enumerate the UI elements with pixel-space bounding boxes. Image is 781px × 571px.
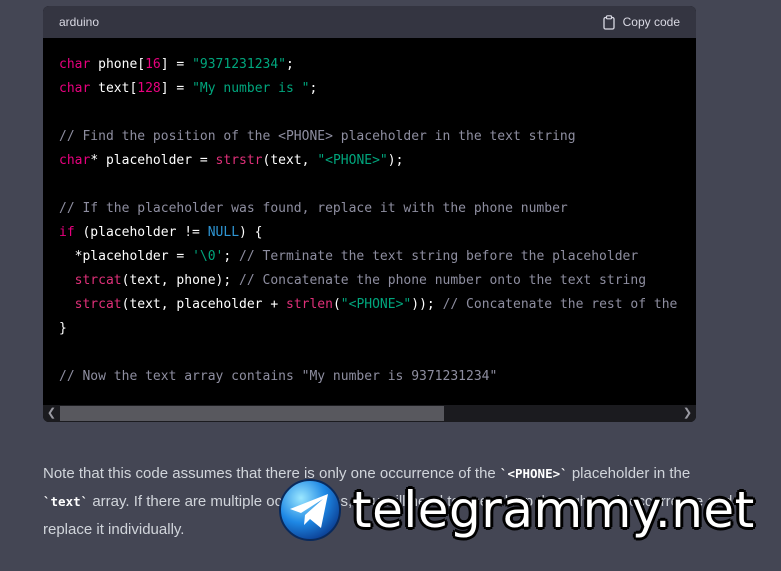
code-function: strlen [286,297,333,312]
code-text: char phone[16] = "9371231234"; char text… [59,53,680,389]
code-line: // If the placeholder was found, replace… [59,201,568,216]
watermark-text: telegrammy.net [352,481,755,539]
code-plain: text[ [90,81,138,96]
code-number: 128 [137,81,161,96]
copy-code-button[interactable]: Copy code [602,14,680,30]
code-plain: (text, [262,153,318,168]
copy-code-label: Copy code [622,15,680,29]
code-line: char text[128] = "My number is "; [59,81,317,96]
code-plain [59,297,75,312]
code-plain: ] = [160,57,193,72]
code-string: '\0' [192,249,224,264]
code-line: char phone[16] = "9371231234"; [59,57,294,72]
code-comment: // Concatenate the phone number onto the… [239,273,647,288]
code-string: "<PHONE>" [317,153,388,168]
code-null: NULL [207,225,240,240]
code-line: char* placeholder = strstr(text, "<PHONE… [59,153,403,168]
code-comment: // Concatenate the rest of the [442,297,678,312]
code-comment: // Now the text array contains "My numbe… [59,369,498,384]
code-plain: ( [332,297,341,312]
code-plain: ] = [160,81,193,96]
inline-code-text: `text` [43,494,89,509]
horizontal-scrollbar[interactable]: ❮ ❯ [43,405,696,422]
code-plain [59,273,75,288]
clipboard-icon [602,14,615,30]
code-language-label: arduino [59,15,100,29]
code-plain: *placeholder = [59,249,193,264]
code-plain: ) { [239,225,263,240]
code-line: // Now the text array contains "My numbe… [59,369,497,384]
code-keyword: char [59,153,91,168]
code-line: strcat(text, placeholder + strlen("<PHON… [59,297,678,312]
code-plain: (text, phone); [121,273,240,288]
code-plain: ; [309,81,318,96]
code-plain: ); [387,153,404,168]
code-plain: (text, placeholder + [121,297,286,312]
code-function: strcat [74,273,122,288]
code-number: 16 [145,57,161,72]
code-line: // Find the position of the <PHONE> plac… [59,129,576,144]
scrollbar-thumb[interactable] [60,406,444,421]
code-line: *placeholder = '\0'; // Terminate the te… [59,249,639,264]
code-keyword: if [59,225,75,240]
code-string: "My number is " [192,81,310,96]
code-string: "<PHONE>" [340,297,412,312]
code-comment: // If the placeholder was found, replace… [59,201,568,216]
code-line: } [59,321,67,336]
code-block: arduino Copy code char phone[16] = "9371… [43,6,696,422]
code-comment: // Terminate the text string before the … [239,249,639,264]
code-header: arduino Copy code [43,6,696,38]
code-string: "9371231234" [192,57,286,72]
code-plain: ; [286,57,294,72]
scroll-left-arrow-icon[interactable]: ❮ [43,405,60,422]
code-content[interactable]: char phone[16] = "9371231234"; char text… [43,38,696,393]
code-keyword: char [59,81,91,96]
code-comment: // Find the position of the <PHONE> plac… [59,129,576,144]
watermark: telegrammy.net [278,475,755,545]
code-line: if (placeholder != NULL) { [59,225,263,240]
code-plain: )); [411,297,443,312]
code-plain: phone[ [90,57,146,72]
code-plain: * placeholder = [90,153,216,168]
code-keyword: char [59,57,91,72]
telegram-logo-icon [278,478,342,542]
code-plain: ; [223,249,240,264]
code-plain: (placeholder != [74,225,208,240]
code-plain: } [59,321,67,336]
code-function: strstr [215,153,263,168]
code-line: strcat(text, phone); // Concatenate the … [59,273,646,288]
scroll-right-arrow-icon[interactable]: ❯ [679,405,696,422]
code-function: strcat [74,297,122,312]
